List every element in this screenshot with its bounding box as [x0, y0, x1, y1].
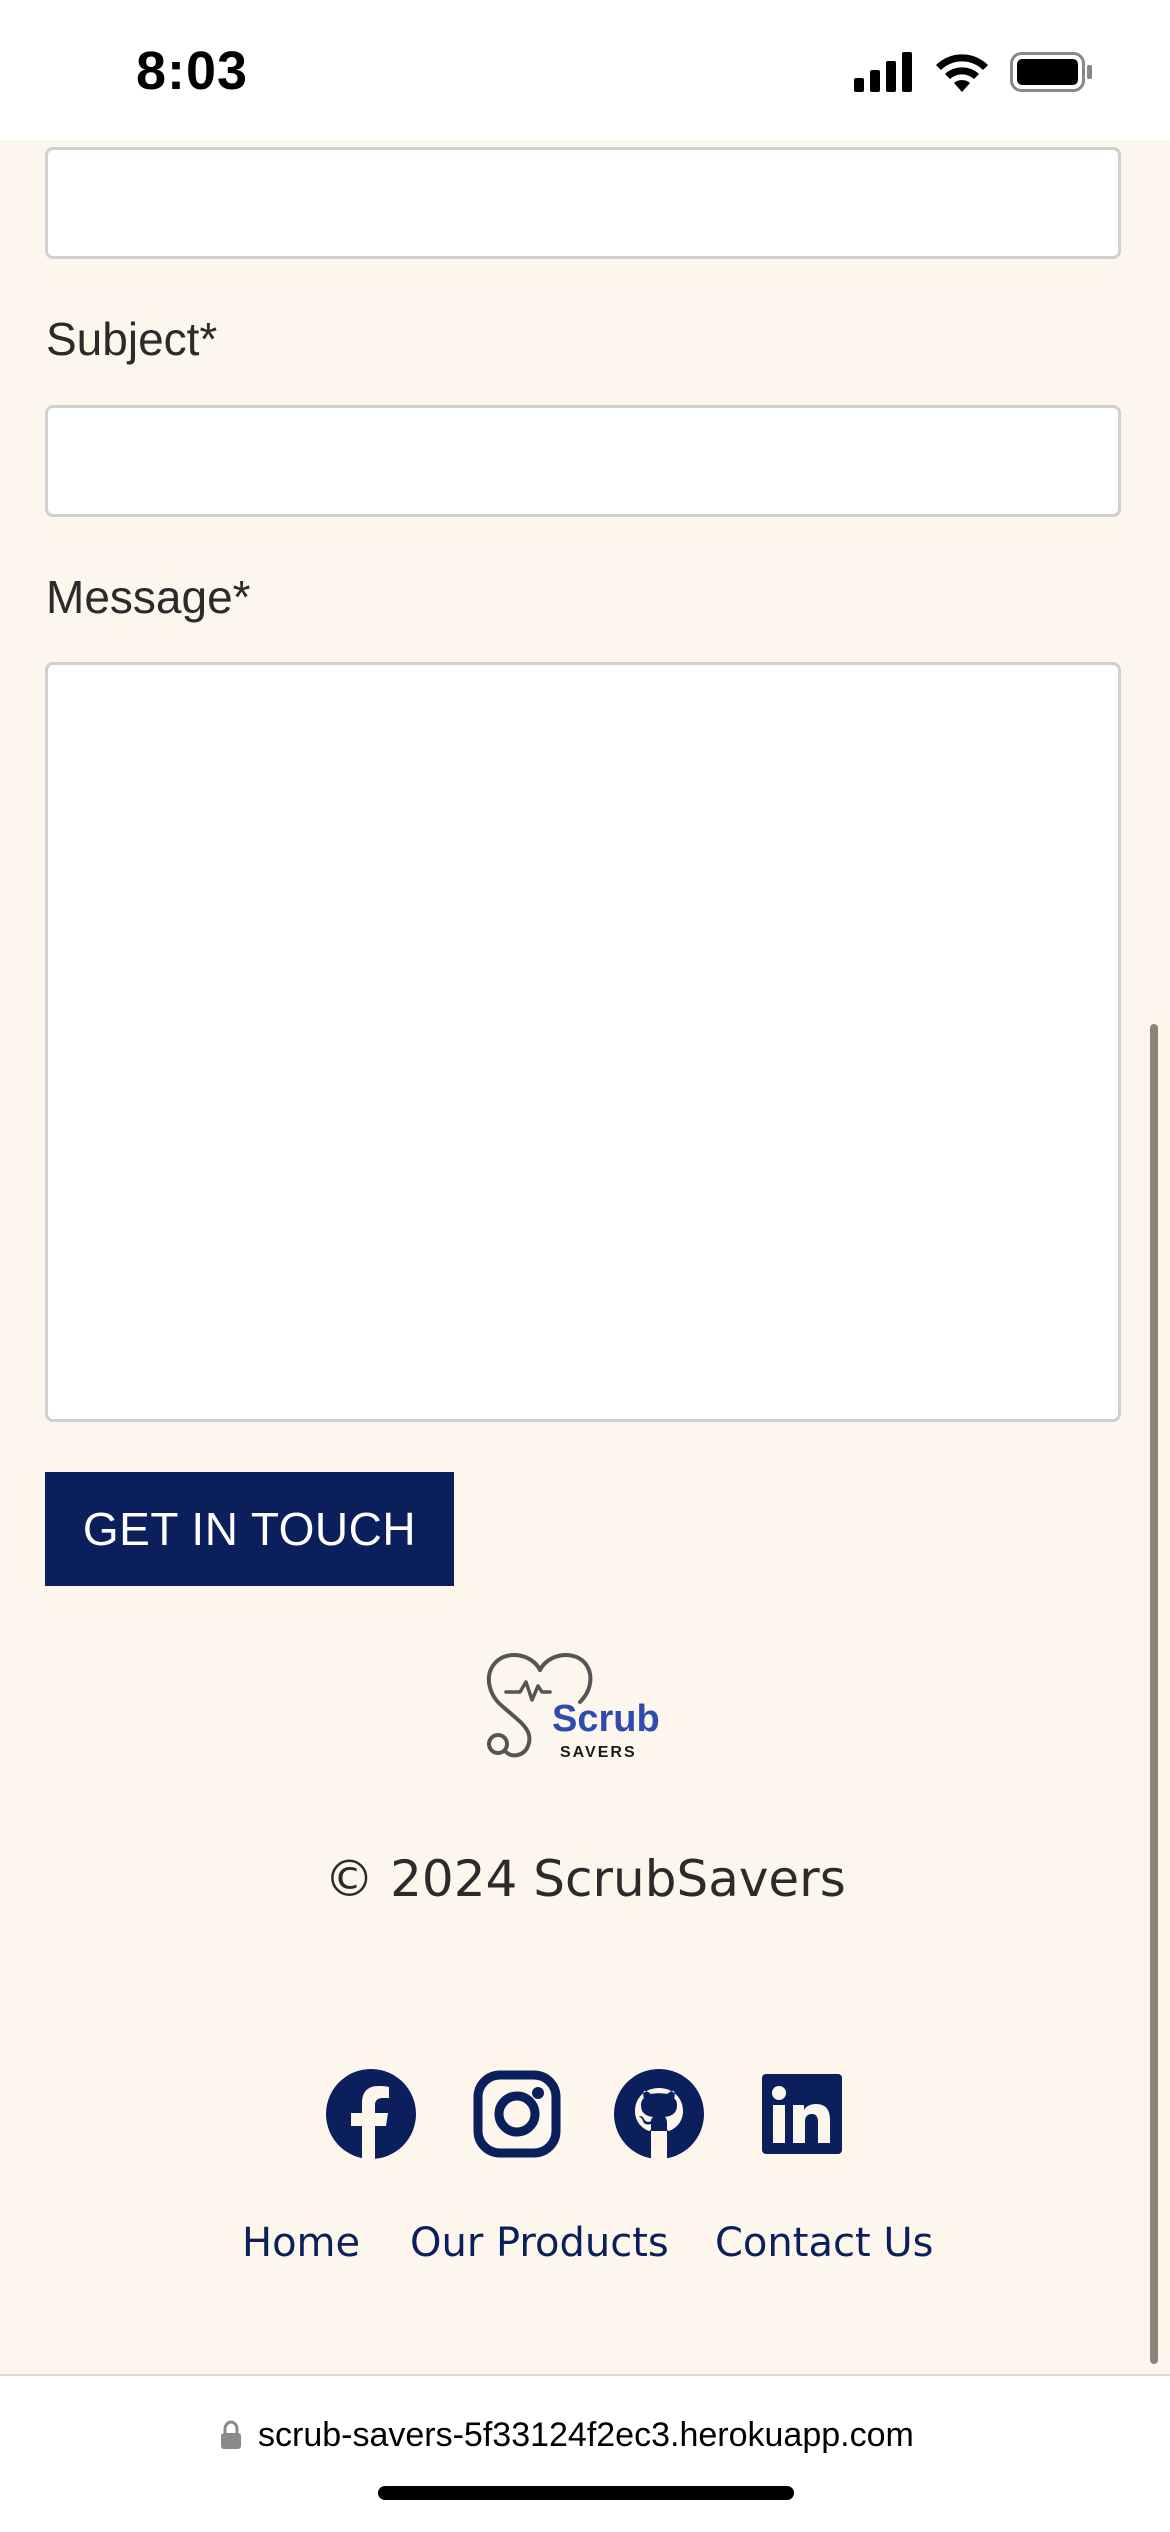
social-links — [0, 2068, 1170, 2168]
instagram-link[interactable] — [471, 2068, 563, 2160]
logo-subtext: SAVERS — [560, 1744, 637, 1761]
footer-nav: Home Our Products Contact Us — [0, 2220, 1170, 2280]
linkedin-icon — [762, 2074, 842, 2154]
facebook-link[interactable] — [325, 2068, 417, 2160]
status-icons — [854, 52, 1092, 92]
instagram-icon — [473, 2070, 561, 2158]
linkedin-link[interactable] — [756, 2068, 848, 2160]
footer-link-our-products[interactable]: Our Products — [410, 2220, 669, 2266]
page-content: Subject* Message* GET IN TOUCH Scrub SAV… — [0, 140, 1170, 2374]
text-field[interactable] — [45, 147, 1121, 259]
scrollbar[interactable] — [1150, 1024, 1158, 2364]
copyright-text: © 2024 ScrubSavers — [324, 1850, 846, 1908]
message-label: Message* — [46, 571, 251, 623]
url-text: scrub-savers-5f33124f2ec3.herokuapp.com — [258, 2416, 914, 2454]
battery-icon — [1010, 52, 1092, 92]
subject-label: Subject* — [46, 313, 218, 365]
facebook-icon — [326, 2069, 416, 2160]
status-bar: 8:03 — [0, 0, 1170, 140]
logo-wordmark: Scrub — [552, 1698, 660, 1740]
scrubsavers-logo[interactable]: Scrub SAVERS — [480, 1640, 680, 1780]
browser-url-bar[interactable]: scrub-savers-5f33124f2ec3.herokuapp.com — [0, 2374, 1170, 2532]
message-textarea[interactable] — [45, 662, 1121, 1422]
wifi-icon — [936, 54, 988, 92]
get-in-touch-button[interactable]: GET IN TOUCH — [45, 1472, 454, 1586]
lock-icon — [221, 2420, 241, 2449]
subject-input[interactable] — [45, 405, 1121, 517]
footer-link-home[interactable]: Home — [242, 2220, 360, 2266]
footer-link-contact-us[interactable]: Contact Us — [715, 2220, 933, 2266]
home-indicator[interactable] — [378, 2486, 794, 2500]
status-time: 8:03 — [136, 41, 249, 101]
github-link[interactable] — [613, 2068, 705, 2160]
github-icon — [614, 2069, 704, 2160]
cellular-signal-icon — [854, 52, 912, 92]
